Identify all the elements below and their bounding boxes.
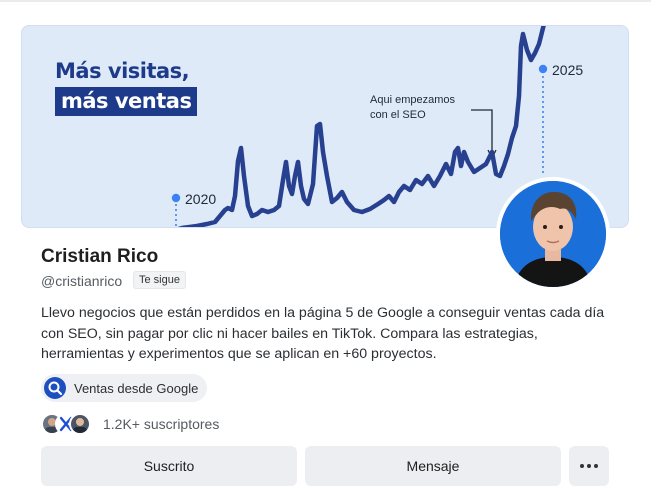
dot-2020 (171, 193, 181, 203)
annotation-line2: con el SEO (370, 109, 426, 121)
banner-headline-line2: más ventas (55, 87, 198, 116)
dot-2025 (538, 64, 548, 74)
profile-name[interactable]: Cristian Rico (41, 246, 158, 268)
year-label-2025: 2025 (552, 62, 584, 78)
person-avatar-image (500, 181, 606, 287)
profile-avatar[interactable] (496, 177, 610, 291)
profile-bio: Llevo negocios que están perdidos en la … (41, 305, 605, 362)
profile-handle: @cristianrico (41, 273, 123, 289)
publication-label: Ventas desde Google (74, 380, 199, 396)
subscribed-button[interactable]: Suscrito (41, 446, 297, 486)
annotation-line1: Aqui empezamos (370, 94, 455, 106)
more-options-button[interactable] (569, 446, 609, 486)
message-button[interactable]: Mensaje (305, 446, 561, 486)
search-icon (44, 377, 66, 399)
subscriber-count: 1.2K+ suscriptores (103, 416, 220, 432)
publication-chip[interactable]: Ventas desde Google (41, 374, 207, 402)
follows-you-badge: Te sigue (133, 271, 186, 289)
subscribers-row[interactable]: 1.2K+ suscriptores (41, 413, 301, 435)
banner-annotation: Aqui empezamos con el SEO (370, 93, 455, 123)
top-divider (0, 0, 651, 2)
annotation-arrow (471, 109, 493, 156)
year-label-2020: 2020 (185, 191, 217, 207)
more-dots-icon (580, 464, 598, 468)
subscriber-avatar (69, 413, 91, 435)
banner-headline-line1: Más visitas, (55, 59, 190, 83)
